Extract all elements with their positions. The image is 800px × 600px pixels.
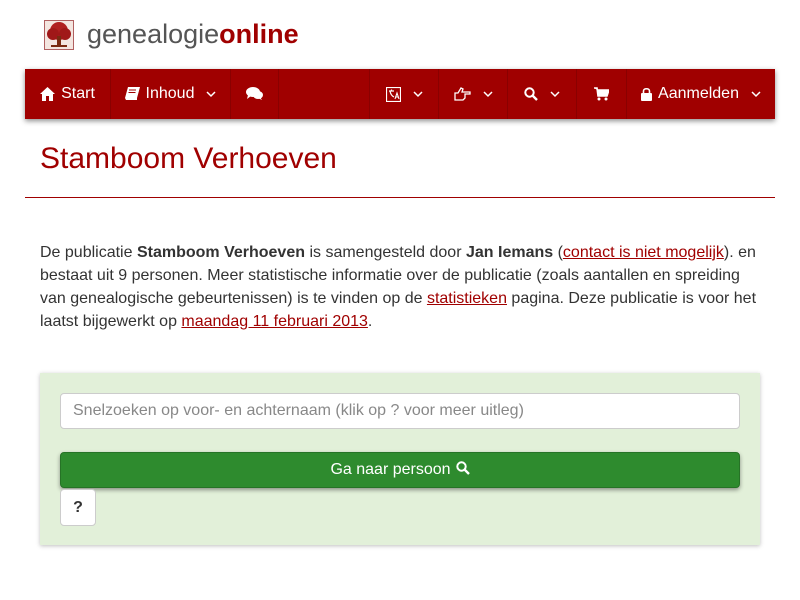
intro-text: De publicatie (40, 244, 137, 261)
intro-text: is samengesteld door (305, 244, 466, 261)
statistics-link[interactable]: statistieken (427, 290, 507, 307)
search-icon (455, 460, 470, 480)
nav-start[interactable]: Start (25, 69, 111, 119)
nav-language[interactable] (369, 69, 439, 119)
nav-inhoud[interactable]: Inhoud (111, 69, 231, 119)
publication-name: Stamboom Verhoeven (136, 244, 305, 261)
nav-login[interactable]: Aanmelden (627, 69, 775, 119)
intro-text: ( (553, 244, 563, 261)
chevron-down-icon (751, 90, 761, 98)
page-title: Stamboom Verhoeven (40, 142, 337, 175)
chevron-down-icon (482, 90, 493, 98)
lock-icon (641, 87, 653, 101)
home-icon (40, 87, 56, 101)
contact-link[interactable]: contact is niet mogelijk (563, 244, 724, 261)
nav-start-label: Start (61, 85, 95, 102)
nav-forum[interactable] (231, 69, 279, 119)
search-help-button[interactable]: ? (60, 489, 96, 526)
nav-cart[interactable] (577, 69, 627, 119)
site-logo-text: genealogieonline (87, 17, 299, 51)
book-icon (124, 87, 140, 101)
site-header: genealogieonline (0, 0, 800, 69)
quick-search-panel: Ga naar persoon ? (40, 373, 760, 545)
logo-text-bold: online (219, 19, 299, 49)
quick-search-input[interactable] (60, 393, 740, 429)
title-divider (25, 197, 775, 198)
nav-tools[interactable] (439, 69, 508, 119)
translate-icon (385, 86, 401, 102)
intro-text: . (367, 313, 373, 330)
cart-icon (594, 87, 609, 101)
nav-search[interactable] (508, 69, 577, 119)
author-name: Jan Iemans (465, 244, 554, 261)
chevron-down-icon (206, 90, 216, 98)
hand-point-icon (453, 87, 471, 101)
tree-icon (44, 20, 74, 50)
search-icon (524, 87, 538, 101)
publication-intro: De publicatie Stamboom Verhoeven is same… (40, 241, 765, 333)
comments-icon (246, 87, 263, 101)
main-navbar: Start Inhoud Aanmelden (25, 69, 775, 119)
nav-inhoud-label: Inhoud (145, 85, 195, 102)
last-updated-date-link[interactable]: maandag 11 februari 2013 (181, 313, 368, 330)
logo-text-plain: genealogie (87, 19, 220, 49)
go-to-person-label: Ga naar persoon (330, 461, 451, 478)
go-to-person-button[interactable]: Ga naar persoon (60, 452, 740, 488)
chevron-down-icon (412, 90, 423, 98)
nav-login-label: Aanmelden (658, 85, 739, 102)
chevron-down-icon (550, 90, 560, 98)
